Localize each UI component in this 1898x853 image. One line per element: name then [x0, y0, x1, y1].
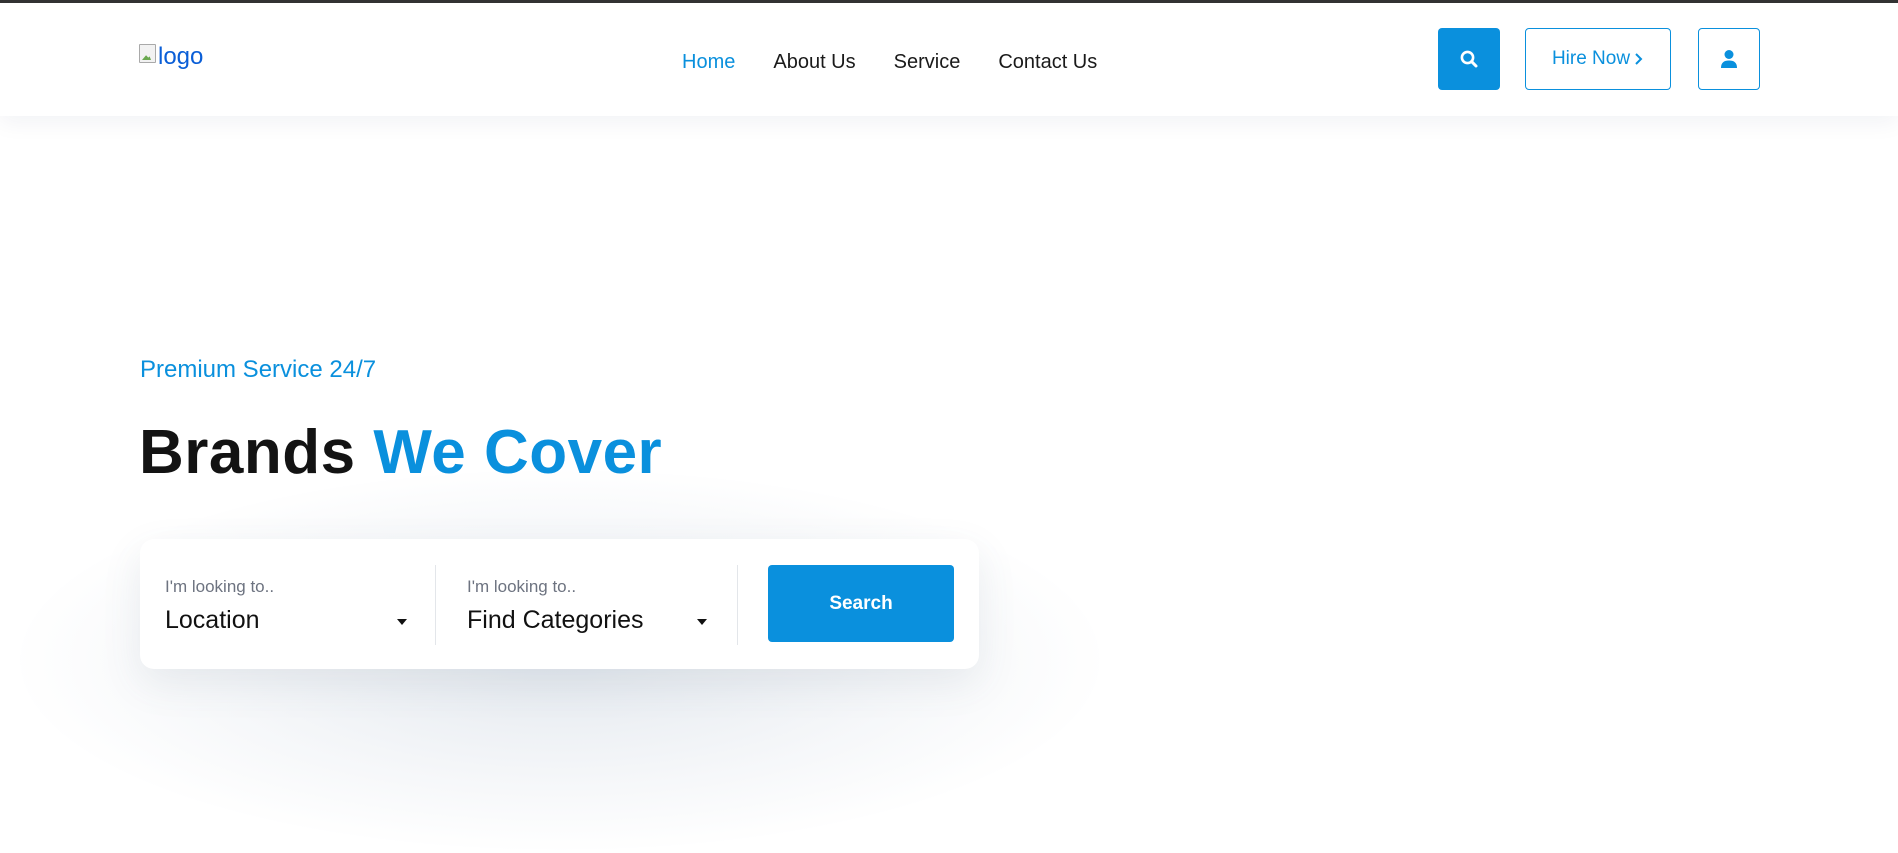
search-submit-button[interactable]: Search — [768, 565, 954, 642]
broken-image-icon — [139, 44, 156, 63]
nav-about-us[interactable]: About Us — [773, 50, 855, 74]
logo-alt-text: logo — [158, 43, 204, 70]
header-search-button[interactable] — [1438, 28, 1500, 90]
user-icon — [1721, 50, 1737, 68]
hero-title: Brands We Cover — [139, 418, 662, 488]
location-label: I'm looking to.. — [165, 577, 275, 596]
logo[interactable]: logo — [139, 43, 203, 71]
nav-home[interactable]: Home — [682, 50, 735, 74]
divider — [435, 565, 436, 645]
user-account-button[interactable] — [1698, 28, 1760, 90]
search-form: I'm looking to.. Location I'm looking to… — [140, 539, 979, 669]
nav-service[interactable]: Service — [894, 50, 961, 74]
hero-title-main: Brands — [139, 418, 356, 487]
caret-down-icon — [697, 619, 707, 625]
main-nav: Home About Us Service Contact Us — [682, 50, 1097, 74]
site-header: logo Home About Us Service Contact Us Hi… — [0, 3, 1898, 116]
nav-contact-us[interactable]: Contact Us — [998, 50, 1097, 74]
hero-tagline: Premium Service 24/7 — [140, 356, 377, 383]
hero-title-accent: We Cover — [373, 418, 663, 487]
hire-now-button[interactable]: Hire Now — [1525, 28, 1671, 90]
search-icon — [1460, 50, 1478, 68]
location-value: Location — [165, 606, 260, 634]
category-value: Find Categories — [467, 606, 644, 634]
caret-down-icon — [397, 619, 407, 625]
hire-now-label: Hire Now — [1551, 48, 1631, 69]
divider — [737, 565, 738, 645]
location-select[interactable]: I'm looking to.. Location — [140, 539, 435, 669]
chevron-right-icon — [1635, 53, 1643, 65]
category-label: I'm looking to.. — [467, 577, 577, 596]
category-select[interactable]: I'm looking to.. Find Categories — [442, 539, 737, 669]
